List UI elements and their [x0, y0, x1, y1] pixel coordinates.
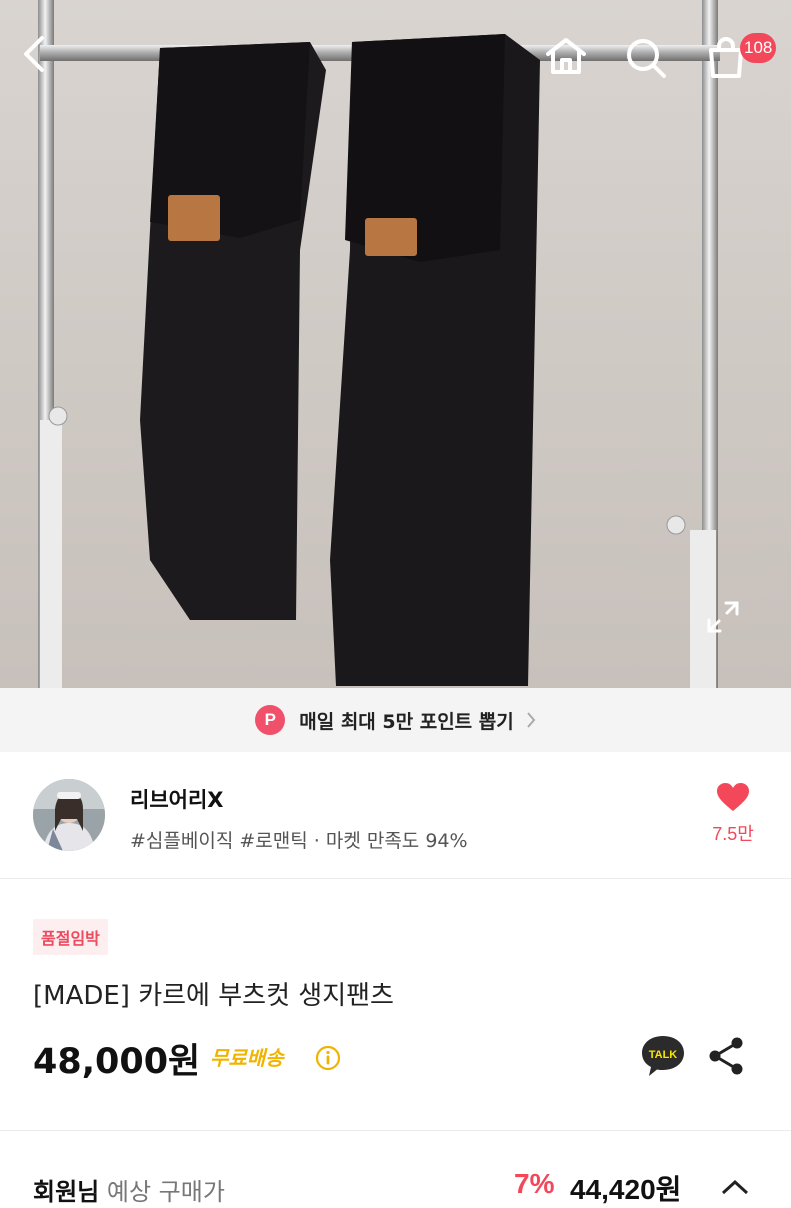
- product-price: 48,000원: [33, 1042, 201, 1082]
- product-photo: [38, 0, 720, 688]
- seller-avatar[interactable]: [33, 779, 105, 851]
- chevron-right-icon: [526, 712, 536, 728]
- share-icon: [709, 1037, 743, 1075]
- section-divider: [0, 1130, 791, 1131]
- like-button[interactable]: 7.5만: [700, 782, 766, 846]
- kakao-talk-button[interactable]: TALK: [640, 1034, 686, 1082]
- info-icon: [315, 1045, 341, 1071]
- chevron-up-icon: [721, 1179, 749, 1195]
- free-shipping-label: 무료배송: [210, 1046, 284, 1070]
- point-icon: P: [255, 705, 286, 735]
- fullscreen-icon: [707, 601, 739, 633]
- product-title: [MADE] 카르에 부츠컷 생지팬츠: [33, 981, 394, 1011]
- chevron-left-icon: [24, 36, 44, 72]
- member-label: 예상 구매가: [106, 1178, 225, 1206]
- product-image[interactable]: 108: [0, 0, 791, 688]
- fullscreen-button[interactable]: [706, 600, 766, 660]
- promo-text: 매일 최대 5만 포인트 뽑기: [299, 710, 514, 733]
- back-button[interactable]: [18, 34, 78, 94]
- avatar-image: [33, 779, 105, 851]
- seller-name[interactable]: 리브어리X: [130, 784, 223, 814]
- home-icon: [546, 38, 586, 74]
- talk-label: TALK: [649, 1049, 678, 1061]
- talk-icon: TALK: [642, 1036, 684, 1076]
- seller-info[interactable]: 리브어리X #심플베이직 #로맨틱 · 마켓 만족도 94% 7.5만: [0, 752, 791, 879]
- home-button[interactable]: [544, 36, 604, 96]
- point-draw-banner[interactable]: P 매일 최대 5만 포인트 뽑기: [0, 688, 791, 752]
- low-stock-badge: 품절임박: [33, 919, 108, 955]
- member-price-label: 회원님 예상 구매가: [33, 1172, 225, 1207]
- shipping-info-button[interactable]: [315, 1045, 341, 1075]
- heart-icon: [717, 783, 749, 811]
- search-icon: [627, 39, 666, 78]
- cart-count-badge: 108: [740, 33, 777, 63]
- seller-tags: #심플베이직 #로맨틱 · 마켓 만족도 94%: [130, 830, 468, 852]
- member-final-price: 44,420원: [570, 1174, 682, 1205]
- share-button[interactable]: [704, 1034, 748, 1078]
- member-price-toggle[interactable]: [720, 1178, 750, 1200]
- like-count: 7.5만: [712, 824, 754, 844]
- search-button[interactable]: [624, 36, 684, 96]
- member-label-bold: 회원님: [33, 1178, 100, 1206]
- member-discount: 7%: [514, 1168, 555, 1199]
